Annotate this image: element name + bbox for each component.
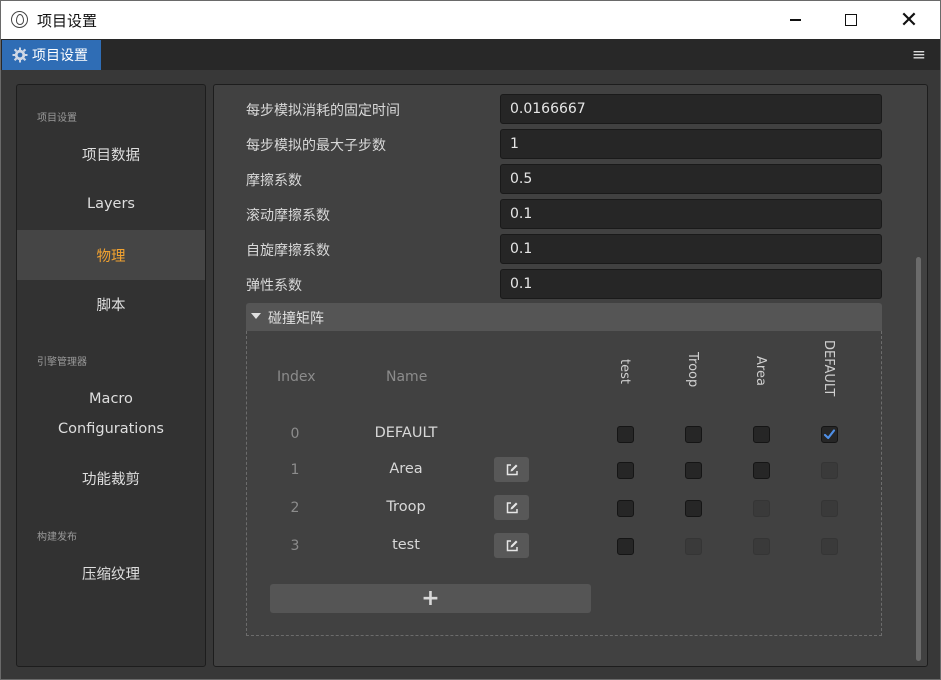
title-bar: 项目设置 ✕ xyxy=(1,1,940,39)
add-layer-button[interactable]: + xyxy=(270,584,591,613)
collision-checkbox-default-test[interactable] xyxy=(617,426,634,443)
row-index: 2 xyxy=(290,500,300,516)
sidebar-item-script[interactable]: 脚本 xyxy=(17,279,205,329)
index-column-header: Index xyxy=(277,369,316,385)
sidebar-item-physics[interactable]: 物理 xyxy=(17,230,205,280)
collision-checkbox-default-area[interactable] xyxy=(753,426,770,443)
sidebar-item-feature-cropping[interactable]: 功能裁剪 xyxy=(17,453,205,503)
physics-settings-panel: 每步模拟消耗的固定时间 0.0166667 每步模拟的最大子步数 1 摩擦系数 … xyxy=(213,84,928,667)
collision-checkbox-disabled xyxy=(753,500,770,517)
prop-label: 每步模拟的最大子步数 xyxy=(246,138,386,154)
maximize-icon xyxy=(845,14,857,26)
tab-label: 项目设置 xyxy=(32,48,88,64)
prop-label: 摩擦系数 xyxy=(246,173,302,189)
friction-input[interactable]: 0.5 xyxy=(500,164,882,194)
section-title: 碰撞矩阵 xyxy=(268,311,324,327)
prop-row-rolling-friction: 滚动摩擦系数 0.1 xyxy=(246,199,882,229)
matrix-column-header-area: Area xyxy=(753,356,768,386)
spinning-friction-input[interactable]: 0.1 xyxy=(500,234,882,264)
collision-checkbox-area-troop[interactable] xyxy=(685,462,702,479)
fixed-time-step-input[interactable]: 0.0166667 xyxy=(500,94,882,124)
collision-checkbox-disabled xyxy=(821,500,838,517)
row-name: DEFAULT xyxy=(374,425,438,441)
edit-layer-button[interactable] xyxy=(494,495,529,520)
sidebar-group-label: 引擎管理器 xyxy=(37,357,87,368)
gear-icon xyxy=(12,47,28,63)
minimize-button[interactable] xyxy=(765,1,825,39)
minimize-icon xyxy=(789,19,801,21)
close-button[interactable]: ✕ xyxy=(879,1,939,39)
collision-checkbox-disabled xyxy=(821,462,838,479)
collapse-arrow-icon xyxy=(251,313,261,319)
prop-row-friction: 摩擦系数 0.5 xyxy=(246,164,882,194)
vertical-scrollbar[interactable] xyxy=(916,257,921,661)
prop-row-fixed-time-step: 每步模拟消耗的固定时间 0.0166667 xyxy=(246,94,882,124)
sidebar-item-label: 物理 xyxy=(96,248,126,265)
sidebar-item-project-data[interactable]: 项目数据 xyxy=(17,129,205,179)
edit-layer-button[interactable] xyxy=(494,533,529,558)
maximize-button[interactable] xyxy=(821,1,881,39)
collision-checkbox-area-area[interactable] xyxy=(753,462,770,479)
edit-icon xyxy=(506,463,518,475)
sidebar-item-label-line1: Macro xyxy=(89,391,133,407)
row-index: 3 xyxy=(290,538,300,554)
collision-checkbox-troop-troop[interactable] xyxy=(685,500,702,517)
settings-sidebar: 项目设置 项目数据 Layers 物理 脚本 引擎管理器 Macro Config… xyxy=(16,84,206,667)
prop-label: 滚动摩擦系数 xyxy=(246,208,330,224)
row-index: 0 xyxy=(290,426,300,442)
edit-layer-button[interactable] xyxy=(494,457,529,482)
row-name: Troop xyxy=(386,499,426,515)
sidebar-item-layers[interactable]: Layers xyxy=(17,179,205,229)
collision-checkbox-disabled xyxy=(821,538,838,555)
restitution-input[interactable]: 0.1 xyxy=(500,269,882,299)
matrix-column-header-troop: Troop xyxy=(685,352,700,388)
row-index: 1 xyxy=(290,462,300,478)
collision-checkbox-area-test[interactable] xyxy=(617,462,634,479)
collision-checkbox-default-troop[interactable] xyxy=(685,426,702,443)
matrix-column-header-default: DEFAULT xyxy=(821,340,836,397)
hamburger-menu-icon[interactable]: ≡ xyxy=(912,45,926,65)
sidebar-item-label: Layers xyxy=(87,196,135,212)
collision-checkbox-disabled xyxy=(685,538,702,555)
project-settings-window: 项目设置 ✕ 项目设置 ≡ 项目设置 项目数据 Layers 物理 脚本 引擎管… xyxy=(0,0,941,680)
checkmark-icon xyxy=(823,429,836,440)
sidebar-item-texture-compression[interactable]: 压缩纹理 xyxy=(17,548,205,598)
window-title: 项目设置 xyxy=(37,12,98,30)
max-sub-steps-input[interactable]: 1 xyxy=(500,129,882,159)
sidebar-item-label: 项目数据 xyxy=(82,147,140,164)
collision-matrix: Index Name test Troop Area DEFAULT 0 DEF… xyxy=(246,331,882,636)
sidebar-item-label: 压缩纹理 xyxy=(82,566,140,583)
prop-row-restitution: 弹性系数 0.1 xyxy=(246,269,882,299)
prop-row-max-sub-steps: 每步模拟的最大子步数 1 xyxy=(246,129,882,159)
prop-label: 自旋摩擦系数 xyxy=(246,243,330,259)
collision-checkbox-test-test[interactable] xyxy=(617,538,634,555)
prop-label: 每步模拟消耗的固定时间 xyxy=(246,103,400,119)
prop-row-spinning-friction: 自旋摩擦系数 0.1 xyxy=(246,234,882,264)
collision-matrix-header[interactable]: 碰撞矩阵 xyxy=(246,303,882,331)
prop-label: 弹性系数 xyxy=(246,278,302,294)
tab-bar: 项目设置 ≡ xyxy=(1,39,940,70)
collision-checkbox-default-default[interactable] xyxy=(821,426,838,443)
row-name: test xyxy=(392,537,420,553)
row-name: Area xyxy=(389,461,423,477)
name-column-header: Name xyxy=(386,369,428,385)
rolling-friction-input[interactable]: 0.1 xyxy=(500,199,882,229)
sidebar-item-macro-configurations[interactable]: Macro Configurations xyxy=(17,379,205,449)
sidebar-group-label: 项目设置 xyxy=(37,113,77,124)
sidebar-item-label: Macro Configurations xyxy=(58,384,164,444)
sidebar-item-label-line2: Configurations xyxy=(58,421,164,437)
tab-project-settings[interactable]: 项目设置 xyxy=(2,40,101,70)
collision-checkbox-troop-test[interactable] xyxy=(617,500,634,517)
close-icon: ✕ xyxy=(899,7,919,33)
collision-checkbox-disabled xyxy=(753,538,770,555)
cocos-logo-icon xyxy=(11,11,28,28)
sidebar-item-label: 脚本 xyxy=(96,297,126,314)
matrix-column-header-test: test xyxy=(617,359,632,384)
sidebar-item-label: 功能裁剪 xyxy=(82,471,140,488)
edit-icon xyxy=(506,539,518,551)
sidebar-group-label: 构建发布 xyxy=(37,532,77,543)
edit-icon xyxy=(506,501,518,513)
